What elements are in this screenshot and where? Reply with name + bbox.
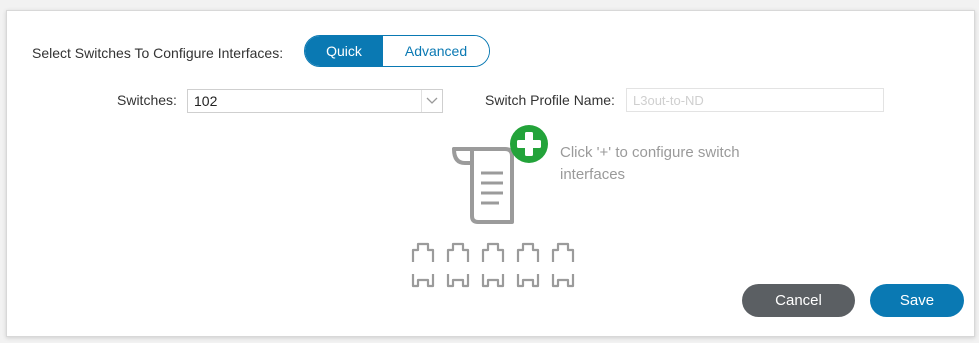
switch-profile-name-label: Switch Profile Name: (485, 92, 615, 108)
switches-select[interactable]: 102 (187, 89, 443, 113)
switches-label: Switches: (117, 92, 177, 108)
cancel-button[interactable]: Cancel (742, 284, 855, 317)
select-switches-label: Select Switches To Configure Interfaces: (32, 45, 284, 61)
configure-hint-text: Click '+' to configure switch interfaces (560, 144, 740, 183)
quick-toggle-option[interactable]: Quick (305, 36, 383, 66)
save-button[interactable]: Save (870, 284, 964, 317)
advanced-toggle-option[interactable]: Advanced (383, 36, 489, 66)
chevron-down-icon[interactable] (421, 90, 442, 112)
mode-toggle[interactable]: Quick Advanced (304, 35, 490, 67)
switch-profile-name-input[interactable] (626, 88, 884, 112)
switches-value: 102 (194, 93, 218, 109)
configure-interfaces-dialog: Select Switches To Configure Interfaces:… (6, 10, 975, 337)
plus-circle-icon[interactable] (509, 124, 549, 164)
